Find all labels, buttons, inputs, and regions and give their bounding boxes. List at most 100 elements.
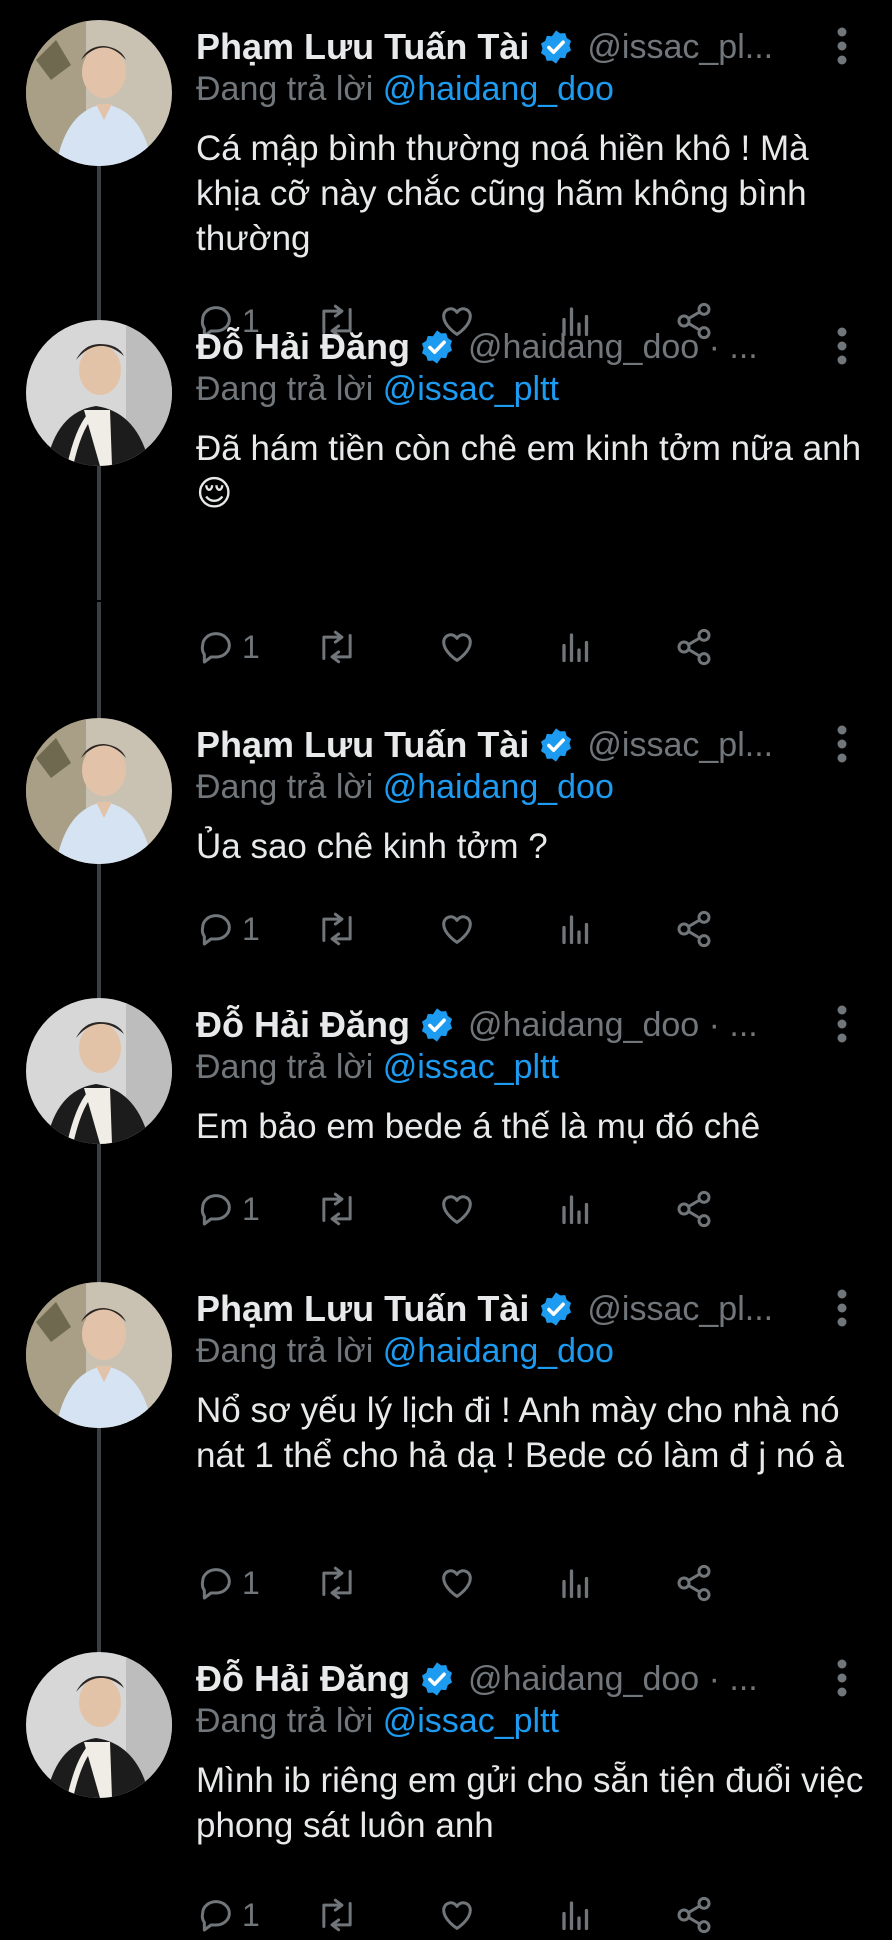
reply-mention-link[interactable]: @issac_pltt	[383, 1702, 559, 1740]
retweet-icon	[322, 1898, 352, 1932]
like-icon	[442, 1901, 472, 1930]
reply-button[interactable]: 1	[196, 1184, 260, 1234]
views-button[interactable]	[558, 622, 594, 672]
tweet-text: Đã hám tiền còn chê em kinh tởm nữa anh …	[196, 429, 862, 513]
more-icon[interactable]	[836, 724, 848, 764]
tweet-text: Cá mập bình thường noá hiền khô ! Mà khị…	[196, 129, 809, 258]
retweet-button[interactable]	[314, 1558, 360, 1608]
tweet[interactable]: Phạm Lưu Tuấn Tài @issac_pl... Đang trả …	[0, 602, 892, 998]
share-icon	[677, 1896, 711, 1934]
avatar[interactable]	[26, 1652, 172, 1798]
tweet[interactable]: Phạm Lưu Tuấn Tài @issac_pl... Đang trả …	[0, 0, 892, 340]
like-button[interactable]	[436, 622, 478, 672]
share-button[interactable]	[674, 904, 714, 954]
verified-badge-icon	[537, 726, 575, 764]
retweet-icon	[322, 1192, 352, 1226]
reply-icon	[200, 1900, 231, 1932]
author-handle[interactable]: @haidang_doo · ...	[468, 328, 758, 367]
author-handle[interactable]: @issac_pl...	[587, 28, 773, 67]
more-icon[interactable]	[836, 326, 848, 366]
like-icon	[442, 915, 472, 944]
share-button[interactable]	[674, 622, 714, 672]
tweet[interactable]: Phạm Lưu Tuấn Tài @issac_pl... Đang trả …	[0, 1146, 892, 1642]
reply-mention-link[interactable]: @haidang_doo	[383, 1332, 614, 1370]
views-button[interactable]	[558, 1890, 594, 1940]
views-button[interactable]	[558, 904, 594, 954]
avatar[interactable]	[26, 20, 172, 166]
author-name[interactable]: Đỗ Hải Đăng	[196, 1658, 410, 1700]
reply-count: 1	[242, 1564, 260, 1601]
share-icon	[677, 628, 711, 666]
reply-count: 1	[242, 910, 260, 947]
avatar[interactable]	[26, 998, 172, 1144]
like-button[interactable]	[436, 1184, 478, 1234]
reply-button[interactable]: 1	[196, 1558, 260, 1608]
share-button[interactable]	[674, 1890, 714, 1940]
tweet-header: Đỗ Hải Đăng @haidang_doo · ...	[196, 324, 852, 370]
reply-mention-link[interactable]: @issac_pltt	[383, 370, 559, 408]
tweet-header: Phạm Lưu Tuấn Tài @issac_pl...	[196, 722, 852, 768]
views-icon	[562, 1195, 589, 1225]
replying-to-label: Đang trả lời	[196, 1332, 374, 1370]
views-button[interactable]	[558, 1558, 594, 1608]
more-icon[interactable]	[836, 26, 848, 66]
verified-badge-icon	[418, 1006, 456, 1044]
replying-to: Đang trả lời @issac_pltt	[196, 1048, 559, 1087]
share-button[interactable]	[674, 1184, 714, 1234]
author-handle[interactable]: @haidang_doo · ...	[468, 1660, 758, 1699]
avatar[interactable]	[26, 320, 172, 466]
tweet[interactable]: Đỗ Hải Đăng @haidang_doo · ... Đang trả …	[0, 866, 892, 1278]
retweet-button[interactable]	[314, 904, 360, 954]
more-icon[interactable]	[836, 1004, 848, 1044]
author-name[interactable]: Phạm Lưu Tuấn Tài	[196, 1288, 529, 1330]
retweet-button[interactable]	[314, 1890, 360, 1940]
reply-mention-link[interactable]: @haidang_doo	[383, 70, 614, 108]
tweet[interactable]: Đỗ Hải Đăng @haidang_doo · ... Đang trả …	[0, 300, 892, 666]
like-icon	[442, 1569, 472, 1598]
replying-to-label: Đang trả lời	[196, 1048, 374, 1086]
reply-button[interactable]: 1	[196, 1890, 260, 1940]
tweet-actions: 1	[196, 1558, 836, 1608]
views-button[interactable]	[558, 1184, 594, 1234]
author-handle[interactable]: @issac_pl...	[587, 726, 773, 765]
tweet-actions: 1	[196, 904, 836, 954]
retweet-button[interactable]	[314, 622, 360, 672]
author-name[interactable]: Đỗ Hải Đăng	[196, 1004, 410, 1046]
avatar-photo-dang	[26, 1652, 172, 1798]
share-button[interactable]	[674, 1558, 714, 1608]
tweet-header: Phạm Lưu Tuấn Tài @issac_pl...	[196, 1286, 852, 1332]
reply-mention-link[interactable]: @issac_pltt	[383, 1048, 559, 1086]
tweet-text: Nổ sơ yếu lý lịch đi ! Anh mày cho nhà n…	[196, 1391, 844, 1475]
share-icon	[677, 910, 711, 948]
views-icon	[562, 1901, 589, 1931]
tweet[interactable]: Đỗ Hải Đăng @haidang_doo · ... Đang trả …	[0, 1622, 892, 1934]
reply-button[interactable]: 1	[196, 904, 260, 954]
author-handle[interactable]: @haidang_doo · ...	[468, 1006, 758, 1045]
retweet-button[interactable]	[314, 1184, 360, 1234]
tweet-header: Phạm Lưu Tuấn Tài @issac_pl...	[196, 24, 852, 70]
tweet-header: Đỗ Hải Đăng @haidang_doo · ...	[196, 1656, 852, 1702]
views-icon	[562, 915, 589, 945]
author-name[interactable]: Phạm Lưu Tuấn Tài	[196, 724, 529, 766]
author-name[interactable]: Phạm Lưu Tuấn Tài	[196, 26, 529, 68]
views-icon	[562, 1569, 589, 1599]
avatar-photo-dang	[26, 998, 172, 1144]
reply-icon	[200, 914, 231, 946]
avatar[interactable]	[26, 1282, 172, 1428]
reply-mention-link[interactable]: @haidang_doo	[383, 768, 614, 806]
avatar[interactable]	[26, 718, 172, 864]
tweet-text: Ủa sao chê kinh tởm ?	[196, 827, 548, 866]
author-handle[interactable]: @issac_pl...	[587, 1290, 773, 1329]
like-button[interactable]	[436, 1890, 478, 1940]
more-icon[interactable]	[836, 1658, 848, 1698]
more-icon[interactable]	[836, 1288, 848, 1328]
thread-line	[97, 1146, 101, 1282]
like-button[interactable]	[436, 1558, 478, 1608]
reply-count: 1	[242, 1190, 260, 1227]
replying-to-label: Đang trả lời	[196, 1702, 374, 1740]
author-name[interactable]: Đỗ Hải Đăng	[196, 326, 410, 368]
like-icon	[442, 633, 472, 662]
thread-line	[97, 300, 101, 320]
reply-button[interactable]: 1	[196, 622, 260, 672]
like-button[interactable]	[436, 904, 478, 954]
